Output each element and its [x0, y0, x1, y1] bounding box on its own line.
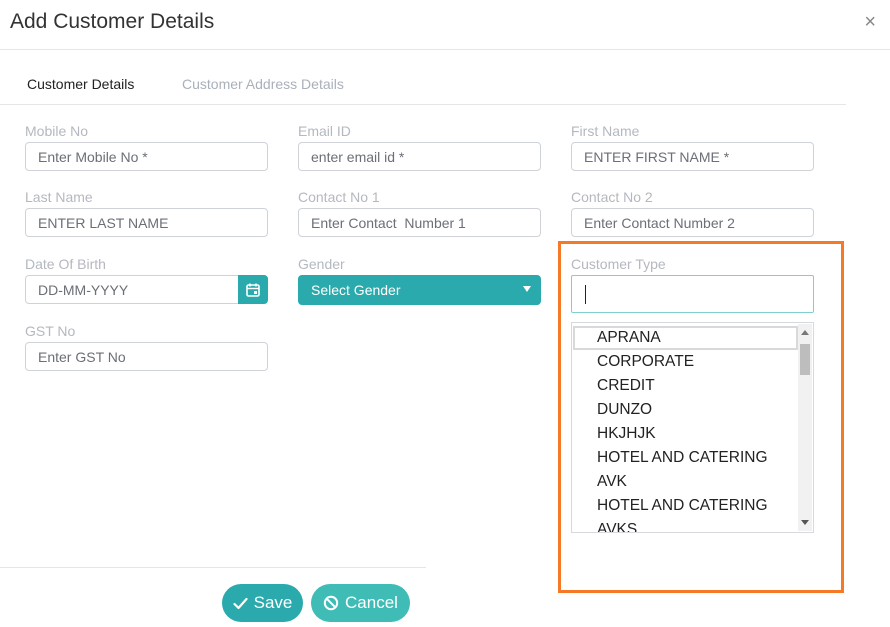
tab-customer-details[interactable]: Customer Details [27, 76, 134, 92]
contact-no-2-label: Contact No 2 [571, 189, 653, 205]
customer-type-option-aprana[interactable]: APRANA [573, 326, 798, 350]
save-button[interactable]: Save [222, 584, 303, 622]
date-of-birth-label: Date Of Birth [25, 256, 106, 272]
email-id-input[interactable] [298, 142, 541, 171]
customer-type-option-dunzo[interactable]: DUNZO [573, 398, 798, 422]
caret-down-icon [523, 286, 531, 292]
customer-type-option-hotel-and-catering[interactable]: HOTEL AND CATERING [573, 446, 798, 470]
gst-no-input[interactable] [25, 342, 268, 371]
calendar-icon [246, 283, 260, 297]
email-id-label: Email ID [298, 123, 351, 139]
close-icon[interactable]: × [864, 12, 876, 32]
date-of-birth-input[interactable] [25, 275, 268, 304]
scroll-down-icon[interactable] [801, 520, 809, 525]
date-of-birth-field [25, 275, 268, 304]
customer-type-option-avk[interactable]: AVK [573, 470, 798, 494]
gender-label: Gender [298, 256, 345, 272]
customer-type-option-hotel-and-catering-2[interactable]: HOTEL AND CATERING [573, 494, 798, 518]
customer-type-option-corporate[interactable]: CORPORATE [573, 350, 798, 374]
tab-customer-address-details[interactable]: Customer Address Details [182, 76, 344, 92]
mobile-no-input[interactable] [25, 142, 268, 171]
save-button-label: Save [253, 593, 293, 612]
customer-type-option-credit[interactable]: CREDIT [573, 374, 798, 398]
last-name-label: Last Name [25, 189, 93, 205]
tab-bar: Customer Details Customer Address Detail… [0, 50, 846, 105]
first-name-label: First Name [571, 123, 640, 139]
contact-no-1-input[interactable] [298, 208, 541, 237]
contact-no-1-label: Contact No 1 [298, 189, 380, 205]
customer-type-option-avks[interactable]: AVKS [573, 518, 798, 532]
footer-divider [0, 567, 426, 568]
check-icon [233, 597, 248, 609]
cancel-button[interactable]: Cancel [311, 584, 410, 622]
customer-type-listbox[interactable]: APRANA CORPORATE CREDIT DUNZO HKJHJK HOT… [571, 322, 814, 533]
ban-icon [323, 595, 339, 611]
customer-type-label: Customer Type [571, 256, 666, 272]
gender-selected-value: Select Gender [311, 282, 401, 298]
calendar-button[interactable] [238, 275, 268, 304]
first-name-input[interactable] [571, 142, 814, 171]
modal-header: Add Customer Details × [0, 0, 890, 50]
gst-no-label: GST No [25, 323, 76, 339]
add-customer-modal: Add Customer Details × Customer Details … [0, 0, 890, 627]
scrollbar-thumb[interactable] [800, 344, 810, 375]
cancel-button-label: Cancel [345, 593, 398, 612]
customer-type-input[interactable] [571, 275, 814, 313]
listbox-scrollbar[interactable] [798, 324, 812, 531]
modal-title: Add Customer Details [10, 10, 215, 33]
mobile-no-label: Mobile No [25, 123, 89, 139]
contact-no-2-input[interactable] [571, 208, 814, 237]
last-name-input[interactable] [25, 208, 268, 237]
scroll-up-icon[interactable] [801, 330, 809, 335]
gender-select[interactable]: Select Gender [298, 275, 541, 305]
text-cursor [585, 285, 586, 304]
customer-type-option-hkjhjk[interactable]: HKJHJK [573, 422, 798, 446]
